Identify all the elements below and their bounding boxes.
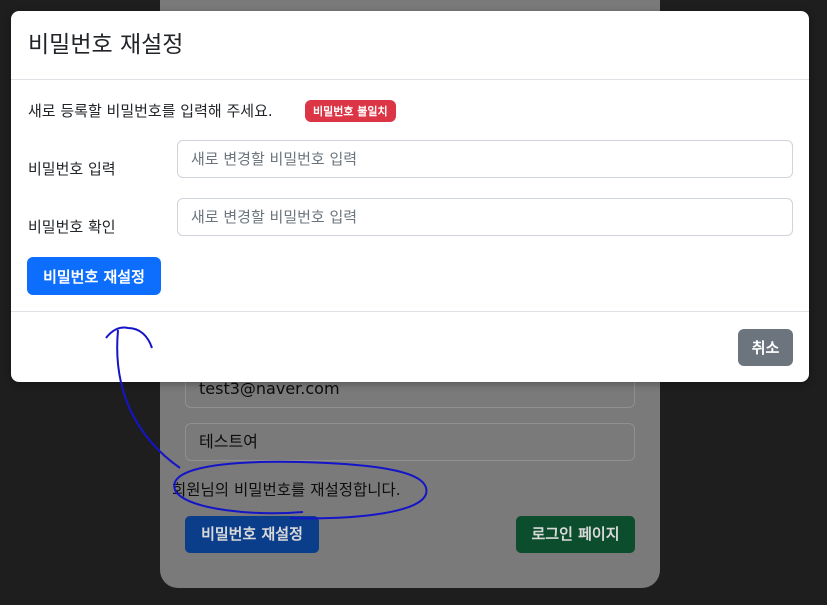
background-name-field: 테스트여 [185,423,635,461]
confirm-label: 비밀번호 확인 [28,218,116,236]
reset-password-modal: 비밀번호 재설정 새로 등록할 비밀번호를 입력해 주세요. 비밀번호 불일치 … [11,11,809,382]
background-login-button: 로그인 페이지 [516,516,635,553]
confirm-password-input[interactable] [177,198,793,236]
cancel-button[interactable]: 취소 [738,329,793,366]
modal-description: 새로 등록할 비밀번호를 입력해 주세요. [28,102,273,120]
modal-body: 새로 등록할 비밀번호를 입력해 주세요. 비밀번호 불일치 비밀번호 입력 비… [11,80,809,312]
modal-header: 비밀번호 재설정 [11,11,809,80]
password-label: 비밀번호 입력 [28,160,116,178]
background-reset-button: 비밀번호 재설정 [185,516,319,553]
modal-title: 비밀번호 재설정 [28,32,184,58]
mismatch-badge: 비밀번호 불일치 [305,100,396,122]
modal-footer: 취소 [11,311,809,382]
reset-password-button[interactable]: 비밀번호 재설정 [27,257,161,295]
background-message: 회원님의 비밀번호를 재설정합니다. [172,481,401,499]
new-password-input[interactable] [177,140,793,178]
